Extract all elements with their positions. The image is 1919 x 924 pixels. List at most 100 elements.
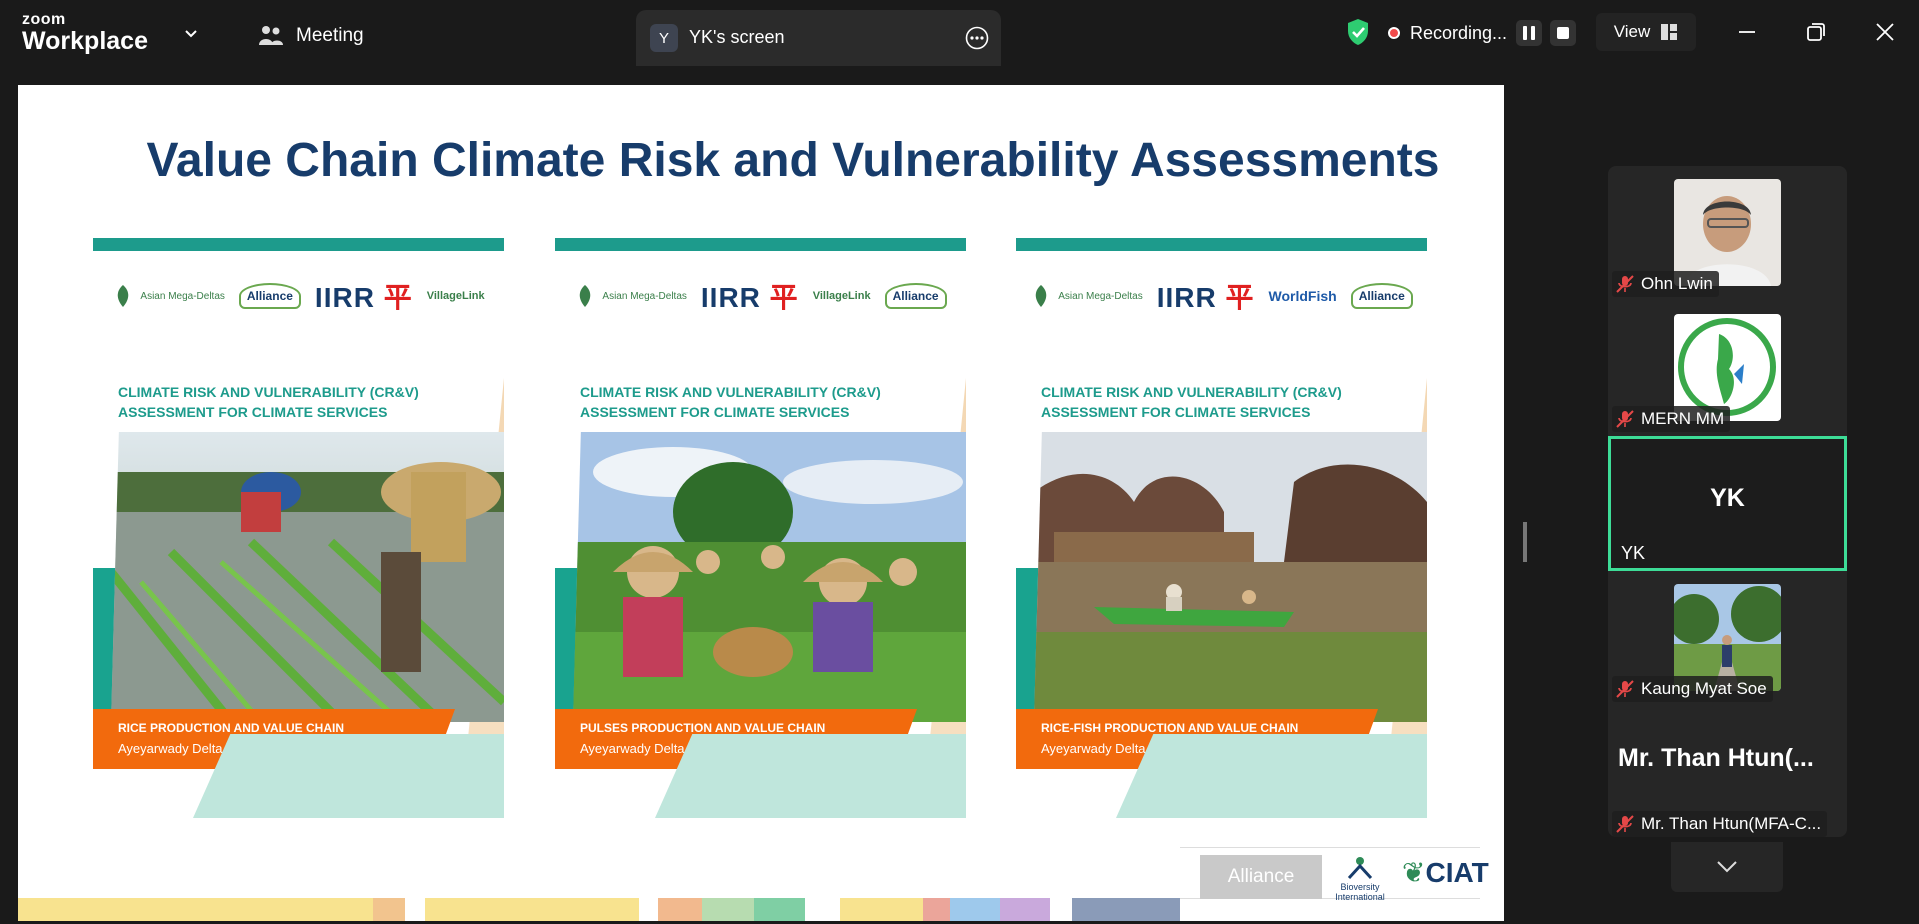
participant-tile[interactable]: Mr. Than Htun(... Mr. Than Htun(MFA-C... bbox=[1608, 706, 1847, 837]
ciat-logo: ❦CIAT bbox=[1402, 856, 1489, 889]
bioversity-logo: Bioversity International bbox=[1328, 856, 1392, 902]
participant-name: Kaung Myat Soe bbox=[1641, 679, 1767, 698]
footer-logos: Alliance Bioversity International ❦CIAT bbox=[1180, 847, 1489, 902]
screen-share-tab[interactable]: Y YK's screen bbox=[636, 10, 1001, 66]
iirr-mark-icon: 平 bbox=[769, 282, 799, 313]
participant-video bbox=[1674, 584, 1781, 691]
pause-icon bbox=[1523, 26, 1535, 40]
slide-footer-stripes bbox=[18, 898, 1180, 921]
muted-mic-icon bbox=[1616, 410, 1634, 428]
iirr-logo: IIRR 平 bbox=[315, 276, 413, 316]
banner-title: RICE-FISH PRODUCTION AND VALUE CHAIN bbox=[1041, 721, 1299, 735]
participant-name: Ohn Lwin bbox=[1641, 274, 1713, 293]
encryption-shield-icon[interactable] bbox=[1346, 18, 1370, 46]
alliance-logo: Alliance bbox=[238, 283, 301, 309]
villagelink-logo: VillageLink bbox=[812, 290, 871, 302]
participant-tile[interactable]: MERN MM bbox=[1608, 301, 1847, 436]
ciat-label: CIAT bbox=[1425, 857, 1489, 888]
cover-header: CLIMATE RISK AND VULNERABILITY (CR&V) AS… bbox=[1041, 382, 1342, 422]
report-cover-rice-fish: Asian Mega-Deltas IIRR 平 WorldFish Allia… bbox=[1016, 238, 1427, 818]
decor-mint bbox=[193, 734, 504, 818]
record-dot-icon bbox=[1388, 27, 1400, 39]
pause-recording-button[interactable] bbox=[1516, 20, 1542, 46]
cover-header: CLIMATE RISK AND VULNERABILITY (CR&V) AS… bbox=[580, 382, 881, 422]
cgiar-logo: Asian Mega-Deltas bbox=[112, 283, 225, 309]
participant-video bbox=[1674, 179, 1781, 286]
cover-header-line2: ASSESSMENT FOR CLIMATE SERVICES bbox=[1041, 404, 1311, 420]
cover-logos: Asian Mega-Deltas IIRR 平 WorldFish Allia… bbox=[1016, 274, 1427, 318]
decor-mint bbox=[1116, 734, 1427, 818]
chevron-down-icon bbox=[1717, 861, 1737, 873]
participant-name: MERN MM bbox=[1641, 409, 1725, 428]
cgiar-logo: Asian Mega-Deltas bbox=[1030, 283, 1143, 309]
cgiar-leaf-icon bbox=[1036, 285, 1047, 307]
cover-top-bar bbox=[1016, 238, 1427, 251]
cover-header-line1: CLIMATE RISK AND VULNERABILITY (CR&V) bbox=[580, 384, 881, 400]
banner-title: RICE PRODUCTION AND VALUE CHAIN bbox=[118, 721, 345, 735]
ciat-leaf-icon: ❦ bbox=[1402, 857, 1426, 888]
muted-mic-icon bbox=[1616, 815, 1634, 833]
participant-display-name: Mr. Than Htun(... bbox=[1618, 744, 1814, 772]
view-button[interactable]: View bbox=[1596, 13, 1696, 51]
participant-gallery: Ohn Lwin MERN MM YK YK Kaung Myat Soe Mr… bbox=[1608, 166, 1847, 837]
cover-header-line1: CLIMATE RISK AND VULNERABILITY (CR&V) bbox=[1041, 384, 1342, 400]
brand-big: Workplace bbox=[22, 27, 148, 55]
presenter-avatar: Y bbox=[650, 24, 678, 52]
cover-logos: Asian Mega-Deltas Alliance IIRR 平 Villag… bbox=[93, 274, 504, 318]
muted-mic-icon bbox=[1616, 275, 1634, 293]
cover-top-bar bbox=[93, 238, 504, 251]
logo-text: IIRR bbox=[1156, 282, 1217, 313]
active-speaker-tile[interactable]: YK YK bbox=[1608, 436, 1847, 571]
cover-header-line1: CLIMATE RISK AND VULNERABILITY (CR&V) bbox=[118, 384, 419, 400]
shared-screen[interactable]: Value Chain Climate Risk and Vulnerabili… bbox=[18, 85, 1504, 921]
report-cover-rice: Asian Mega-Deltas Alliance IIRR 平 Villag… bbox=[93, 238, 504, 818]
cover-top-bar bbox=[555, 238, 966, 251]
iirr-logo: IIRR 平 bbox=[701, 276, 799, 316]
muted-mic-icon bbox=[1616, 680, 1634, 698]
participant-initials: YK bbox=[1710, 484, 1745, 512]
participant-name-tag: Ohn Lwin bbox=[1612, 271, 1719, 297]
cover-header-line2: ASSESSMENT FOR CLIMATE SERVICES bbox=[118, 404, 388, 420]
recording-controls bbox=[1516, 20, 1576, 48]
zoom-workplace-logo[interactable]: zoom Workplace bbox=[22, 12, 148, 54]
chevron-down-icon[interactable] bbox=[183, 26, 199, 42]
logo-text: Asian Mega-Deltas bbox=[1058, 290, 1143, 302]
pulses-farmers-photo bbox=[573, 432, 966, 722]
iirr-logo: IIRR 平 bbox=[1157, 276, 1255, 316]
recording-indicator[interactable]: Recording... bbox=[1388, 20, 1507, 46]
more-options-icon[interactable] bbox=[965, 26, 989, 50]
meeting-button[interactable]: Meeting bbox=[258, 22, 364, 50]
recording-label: Recording... bbox=[1410, 22, 1508, 43]
gallery-scroll-down-button[interactable] bbox=[1671, 842, 1783, 892]
restore-icon[interactable] bbox=[1802, 18, 1830, 46]
stop-recording-button[interactable] bbox=[1550, 20, 1576, 46]
logo-text: Asian Mega-Deltas bbox=[602, 290, 687, 302]
participant-avatar-logo bbox=[1674, 314, 1781, 421]
meeting-label: Meeting bbox=[296, 25, 364, 46]
iirr-mark-icon: 平 bbox=[1225, 282, 1255, 313]
alliance-logo: Alliance bbox=[884, 283, 947, 309]
close-icon[interactable] bbox=[1871, 18, 1899, 46]
stop-icon bbox=[1557, 27, 1569, 39]
participant-name-tag: MERN MM bbox=[1612, 406, 1731, 432]
resize-handle[interactable] bbox=[1523, 522, 1527, 562]
cgiar-logo: Asian Mega-Deltas bbox=[574, 283, 687, 309]
top-bar: zoom Workplace Meeting Y YK's screen Rec… bbox=[0, 0, 1919, 66]
participant-name: YK bbox=[1621, 543, 1646, 563]
banner-title: PULSES PRODUCTION AND VALUE CHAIN bbox=[580, 721, 826, 735]
minimize-icon[interactable] bbox=[1733, 18, 1761, 46]
villagelink-logo: VillageLink bbox=[426, 290, 485, 302]
participants-icon bbox=[259, 26, 283, 45]
participant-tile[interactable]: Ohn Lwin bbox=[1608, 166, 1847, 301]
report-cover-pulses: Asian Mega-Deltas IIRR 平 VillageLink All… bbox=[555, 238, 966, 818]
participant-tile[interactable]: Kaung Myat Soe bbox=[1608, 571, 1847, 706]
bioversity-figure-icon bbox=[1347, 857, 1373, 880]
participant-name-tag: Kaung Myat Soe bbox=[1612, 676, 1773, 702]
alliance-logo: Alliance bbox=[1350, 283, 1413, 309]
slide-title: Value Chain Climate Risk and Vulnerabili… bbox=[146, 134, 1440, 187]
cover-header-line2: ASSESSMENT FOR CLIMATE SERVICES bbox=[580, 404, 850, 420]
cgiar-leaf-icon bbox=[118, 285, 129, 307]
cover-logos: Asian Mega-Deltas IIRR 平 VillageLink All… bbox=[555, 274, 966, 318]
view-label: View bbox=[1613, 22, 1651, 41]
screen-share-label: YK's screen bbox=[689, 27, 785, 47]
